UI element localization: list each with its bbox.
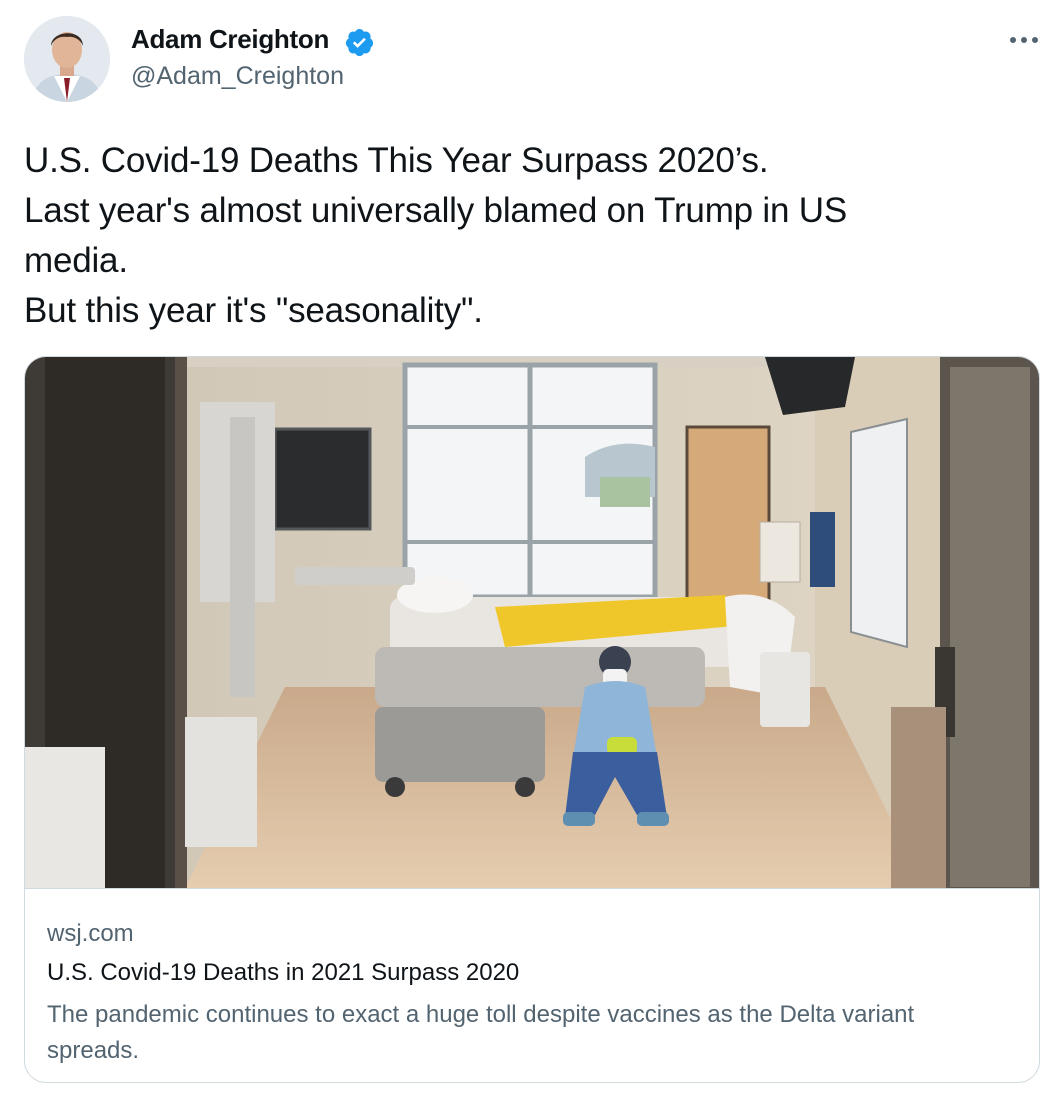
tweet-line: media. [24,241,128,280]
hospital-room-photo [25,357,1039,888]
card-image[interactable] [25,357,1039,888]
display-name[interactable]: Adam Creighton [131,24,329,55]
tweet-text: U.S. Covid-19 Deaths This Year Surpass 2… [24,136,1034,336]
tweet-line: Last year's almost universally blamed on… [24,191,848,230]
profile-photo [24,16,110,102]
card-meta[interactable]: wsj.com U.S. Covid-19 Deaths in 2021 Sur… [25,888,1039,1082]
card-title: U.S. Covid-19 Deaths in 2021 Surpass 202… [47,959,520,986]
handle[interactable]: @Adam_Creighton [131,62,344,91]
tweet-line: U.S. Covid-19 Deaths This Year Surpass 2… [24,141,769,180]
avatar[interactable] [24,16,110,102]
card-description: The pandemic continues to exact a huge t… [47,1001,915,1064]
more-options-icon[interactable] [1006,26,1042,54]
verified-badge-icon [345,28,374,57]
link-card[interactable]: wsj.com U.S. Covid-19 Deaths in 2021 Sur… [24,356,1040,1083]
tweet-line: But this year it's "seasonality". [24,291,483,330]
card-domain: wsj.com [47,920,134,947]
